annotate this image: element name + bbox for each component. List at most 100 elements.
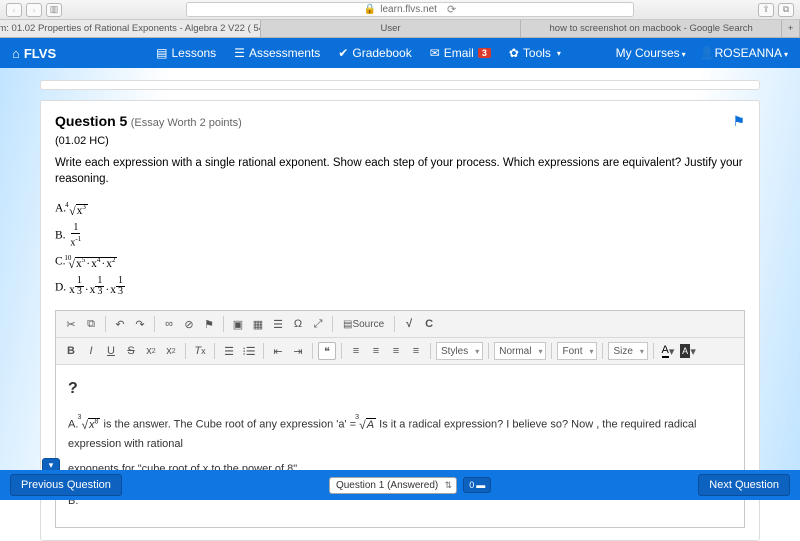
question-worth: (Essay Worth 2 points) xyxy=(131,117,242,129)
nav-label: ROSEANNA xyxy=(715,46,782,60)
link-button[interactable]: ∞ xyxy=(160,315,178,333)
question-select[interactable]: Question 1 (Answered) xyxy=(329,477,457,494)
comments-button[interactable]: 0▬ xyxy=(463,477,491,493)
chevron-down-icon: ▾ xyxy=(784,50,788,59)
option-b: B. 1x-1 xyxy=(55,223,745,248)
unlink-button[interactable]: ⊘ xyxy=(180,315,198,333)
check-icon: ✔ xyxy=(338,46,348,60)
nav-lessons[interactable]: ▤ Lessons xyxy=(156,46,216,60)
table-button[interactable]: ▦ xyxy=(249,315,267,333)
anchor-flag-button[interactable]: ⚑ xyxy=(200,315,218,333)
chat-icon: ▬ xyxy=(476,480,485,490)
editor-text: A. 3x8 is the answer. The Cube root of a… xyxy=(68,414,732,453)
align-right-button[interactable]: ≡ xyxy=(387,342,405,360)
outdent-button[interactable]: ⇤ xyxy=(269,342,287,360)
redo-button[interactable]: ↷ xyxy=(131,315,149,333)
nav-email[interactable]: ✉Email3 xyxy=(430,46,491,60)
nav-gradebook[interactable]: ✔ Gradebook xyxy=(338,46,411,60)
question-options: A. 4x3 B. 1x-1 C. 10x5·x4·x2 D. x13·x13·… xyxy=(55,197,745,300)
question-prompt: Write each expression with a single rati… xyxy=(55,155,745,187)
browser-toolbar: ‹ › ▥ 🔒 learn.flvs.net ⟳ ⇪ ⧉ xyxy=(0,0,800,20)
quote-button[interactable]: ❝ xyxy=(318,342,336,360)
math-expr: x13·x13·x13 xyxy=(69,276,125,300)
source-label: Source xyxy=(352,319,384,330)
share-button[interactable]: ⇪ xyxy=(758,3,774,17)
nav-label: Email xyxy=(444,46,474,60)
option-c: C. 10x5·x4·x2 xyxy=(55,250,745,274)
undo-button[interactable]: ↶ xyxy=(111,315,129,333)
underline-button[interactable]: U xyxy=(102,342,120,360)
math-expr: 10x5·x4·x2 xyxy=(68,250,117,274)
math-expr: 4x3 xyxy=(69,197,88,221)
numbered-list-button[interactable]: ☰ xyxy=(220,342,238,360)
expand-button[interactable]: ⤢ xyxy=(309,315,327,333)
bullet-list-button[interactable]: ⁝☰ xyxy=(240,342,258,360)
indent-button[interactable]: ⇥ xyxy=(289,342,307,360)
brand-label: FLVS xyxy=(24,46,56,61)
source-button[interactable]: ▤ Source xyxy=(338,315,389,333)
tabs-button[interactable]: ⧉ xyxy=(778,3,794,17)
styles-select[interactable]: Styles xyxy=(436,342,483,360)
user-icon: 👤 xyxy=(700,46,715,60)
nav-tools[interactable]: ✿ Tools ▾ xyxy=(509,46,561,60)
sidebar-button[interactable]: ▥ xyxy=(46,3,62,17)
mail-icon: ✉ xyxy=(430,46,440,60)
bottom-bar: Previous Question Question 1 (Answered) … xyxy=(0,470,800,500)
browser-tab[interactable]: how to screenshot on macbook - Google Se… xyxy=(521,20,782,37)
forward-button[interactable]: › xyxy=(26,3,42,17)
brand[interactable]: ⌂ FLVS xyxy=(12,46,56,61)
nav-label: Gradebook xyxy=(352,46,411,60)
editor-body[interactable]: ? A. 3x8 is the answer. The Cube root of… xyxy=(56,365,744,527)
math-expr: 3x8 xyxy=(81,414,100,435)
text-color-button[interactable]: A ▾ xyxy=(659,342,677,360)
cut-button[interactable]: ✂ xyxy=(62,315,80,333)
math-expr: 3A xyxy=(359,414,376,435)
align-center-button[interactable]: ≡ xyxy=(367,342,385,360)
nav-label: Tools xyxy=(523,46,551,60)
next-question-button[interactable]: Next Question xyxy=(698,474,790,496)
url-host: learn.flvs.net xyxy=(380,4,437,15)
c-button[interactable]: C xyxy=(420,315,438,333)
image-button[interactable]: ▣ xyxy=(229,315,247,333)
nav-label: Assessments xyxy=(249,46,320,60)
ans-text: is the answer. The Cube root of any expr… xyxy=(104,419,360,431)
gear-icon: ✿ xyxy=(509,46,519,60)
omega-button[interactable]: Ω xyxy=(289,315,307,333)
clear-format-button[interactable]: Tx xyxy=(191,342,209,360)
clipboard-icon: ☰ xyxy=(234,46,245,60)
back-button[interactable]: ‹ xyxy=(6,3,22,17)
prev-question-button[interactable]: Previous Question xyxy=(10,474,122,496)
justify-button[interactable]: ≡ xyxy=(407,342,425,360)
question-title: Question 5 xyxy=(55,113,127,129)
sqrt-button[interactable]: √ xyxy=(400,315,418,333)
strike-button[interactable]: S xyxy=(122,342,140,360)
align-left-button[interactable]: ≡ xyxy=(347,342,365,360)
reload-icon[interactable]: ⟳ xyxy=(447,3,456,16)
book-icon: ▤ xyxy=(156,46,167,60)
format-select[interactable]: Normal xyxy=(494,342,546,360)
font-select[interactable]: Font xyxy=(557,342,597,360)
copy-button[interactable]: ⧉ xyxy=(82,315,100,333)
bold-button[interactable]: B xyxy=(62,342,80,360)
italic-button[interactable]: I xyxy=(82,342,100,360)
address-bar[interactable]: 🔒 learn.flvs.net ⟳ xyxy=(186,2,634,17)
bg-color-button[interactable]: A ▾ xyxy=(679,342,697,360)
editor-text: ? xyxy=(68,375,732,402)
nav-assessments[interactable]: ☰ Assessments xyxy=(234,46,320,60)
browser-tab[interactable]: User xyxy=(261,20,522,37)
superscript-button[interactable]: x2 xyxy=(162,342,180,360)
nav-my-courses[interactable]: My Courses▾ xyxy=(616,46,686,60)
new-tab-button[interactable]: + xyxy=(782,20,800,37)
subscript-button[interactable]: x2 xyxy=(142,342,160,360)
nav-label: Lessons xyxy=(171,46,216,60)
nav-label: My Courses xyxy=(616,46,680,60)
flag-icon[interactable]: ⚑ xyxy=(732,113,745,130)
nav-user[interactable]: 👤ROSEANNA▾ xyxy=(700,46,788,60)
browser-tab[interactable]: Exam: 01.02 Properties of Rational Expon… xyxy=(0,20,261,37)
editor-toolbar-2: B I U S x2 x2 Tx ☰ ⁝☰ ⇤ ⇥ ❝ xyxy=(56,338,744,365)
math-expr: 1x-1 xyxy=(68,223,83,248)
hr-button[interactable]: ☰ xyxy=(269,315,287,333)
home-icon: ⌂ xyxy=(12,46,20,61)
chevron-down-icon: ▾ xyxy=(557,49,561,58)
size-select[interactable]: Size xyxy=(608,342,647,360)
